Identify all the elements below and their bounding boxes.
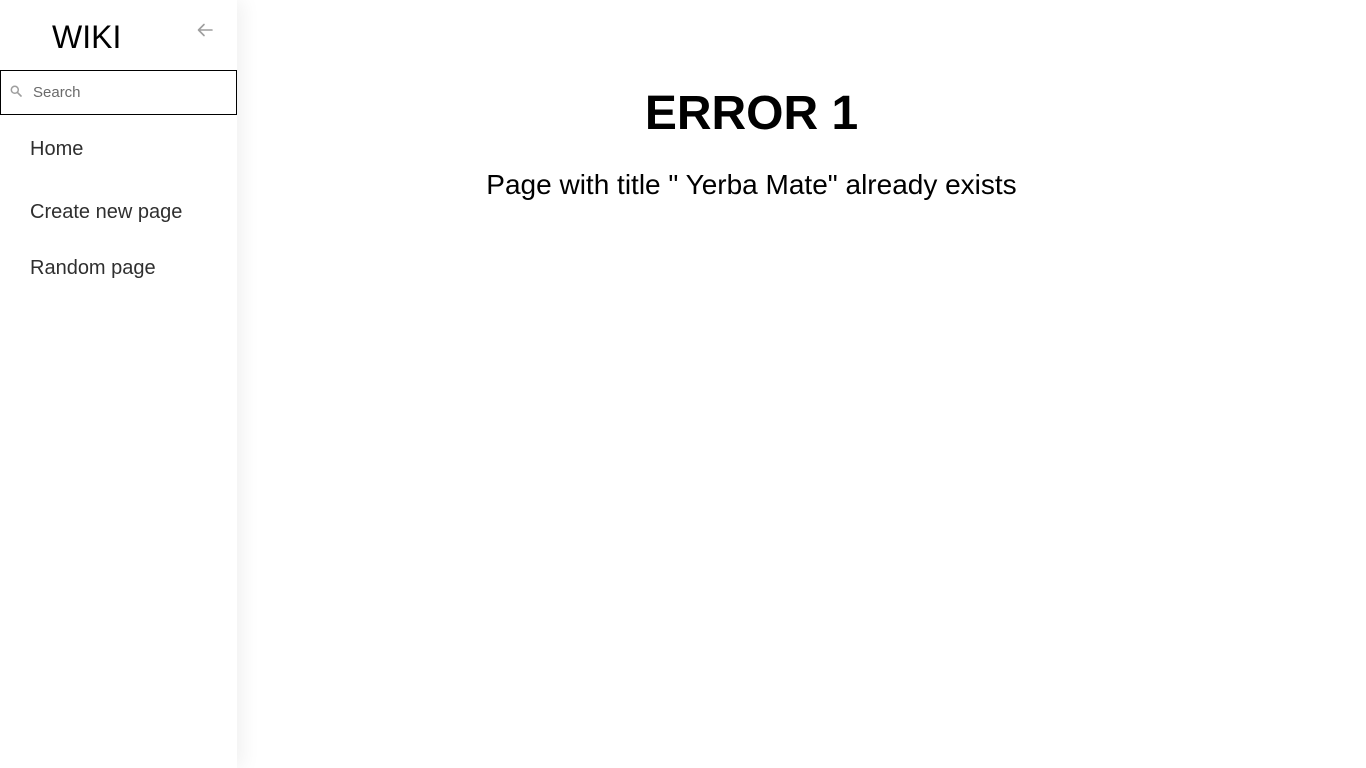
brand-title: WIKI: [52, 19, 122, 55]
search-icon: [10, 85, 22, 97]
arrow-left-icon: [197, 23, 213, 37]
error-title: ERROR 1: [644, 87, 859, 140]
search-input[interactable]: [33, 71, 233, 114]
nav-create-page-link[interactable]: Create new page: [30, 200, 182, 224]
search-box[interactable]: [0, 70, 237, 115]
main-content: ERROR 1 Page with title " Yerba Mate" al…: [237, 0, 1366, 768]
error-message: Page with title " Yerba Mate" already ex…: [486, 169, 1017, 200]
nav-home-link[interactable]: Home: [30, 137, 83, 161]
wiki-app: WIKI Home Create new page Random page ER…: [0, 0, 1366, 768]
nav-random-page-link[interactable]: Random page: [30, 256, 156, 280]
sidebar: WIKI Home Create new page Random page: [0, 0, 237, 768]
collapse-sidebar-button[interactable]: [194, 20, 216, 40]
